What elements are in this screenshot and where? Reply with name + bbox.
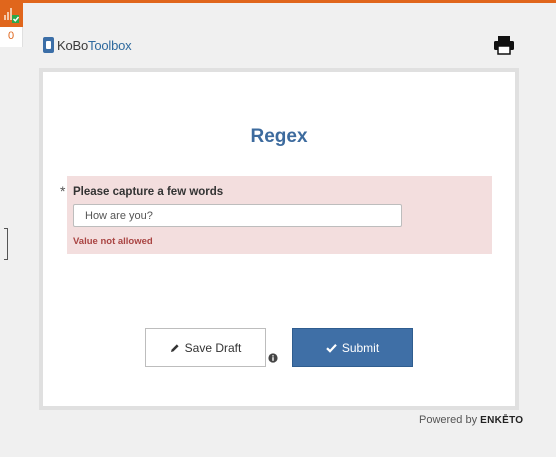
logo-text: KoBoToolbox [57,37,132,53]
submit-label: Submit [341,340,380,355]
kobotoolbox-logo: KoBoToolbox [43,37,132,53]
question-label: Please capture a few words [73,186,224,198]
logo-icon [43,37,54,53]
required-marker: * [60,183,66,199]
question-invalid: Please capture a few words Value not all… [67,176,492,254]
form-container: Regex * Please capture a few words Value… [39,68,519,410]
pencil-icon [170,343,179,352]
powered-by-footer: Powered by ENKĒTO [419,414,523,426]
enketo-logo[interactable]: ENKĒTO [480,415,523,426]
powered-by-text: Powered by [419,414,478,426]
text-answer-input[interactable] [73,204,402,227]
info-icon[interactable] [268,353,278,363]
save-draft-label: Save Draft [184,340,242,355]
submit-button[interactable]: Submit [292,328,413,367]
form-title: Regex [250,126,308,147]
record-queue[interactable]: 0 [0,3,23,47]
top-accent-bar [0,0,556,3]
queue-status-icon [0,3,23,27]
printer-icon[interactable] [493,35,515,55]
constraint-error-message: Value not allowed [73,236,153,247]
queue-count: 0 [7,30,15,42]
save-draft-button[interactable]: Save Draft [145,328,266,367]
check-icon [326,343,337,353]
side-handle [4,228,8,260]
